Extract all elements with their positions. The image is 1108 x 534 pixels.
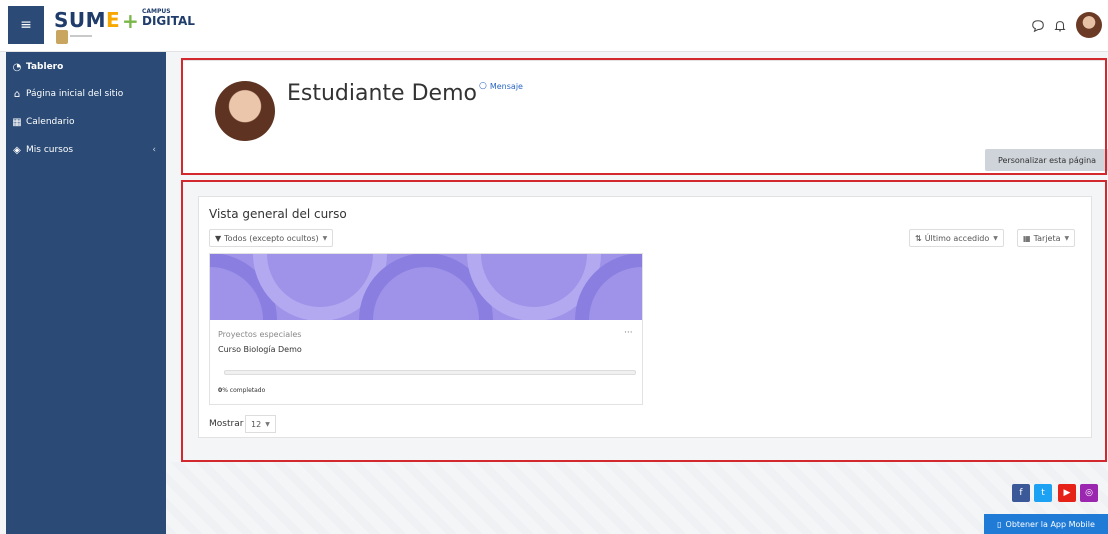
- sidebar-item-label: Calendario: [26, 117, 75, 127]
- sidebar-item-mis-cursos[interactable]: ◈ Mis cursos ‹: [6, 137, 166, 163]
- graduation-cap-icon: ◈: [13, 144, 21, 156]
- twitter-icon[interactable]: t: [1034, 484, 1052, 502]
- user-avatar[interactable]: [1076, 12, 1102, 38]
- main-content: Estudiante Demo ○ Mensaje Personalizar e…: [166, 52, 1108, 534]
- highlight-box-profile: [181, 58, 1107, 175]
- top-navbar: ≡ SUME + CAMPUS DIGITAL: [0, 0, 1108, 52]
- youtube-icon[interactable]: ▶: [1058, 484, 1076, 502]
- sidebar-item-tablero[interactable]: ◔ Tablero: [6, 54, 166, 80]
- get-mobile-app-button[interactable]: ▯ Obtener la App Mobile: [984, 514, 1108, 534]
- instagram-icon[interactable]: ◎: [1080, 484, 1098, 502]
- logo-seal-text: [70, 35, 92, 37]
- highlight-box-course-overview: [181, 180, 1107, 462]
- bell-icon[interactable]: [1052, 18, 1068, 34]
- message-icon[interactable]: [1030, 18, 1046, 34]
- sidebar-item-label: Tablero: [26, 62, 64, 72]
- sidebar: ◔ Tablero ⌂ Página inicial del sitio ▦ C…: [6, 52, 166, 534]
- logo-plus: +: [122, 9, 139, 33]
- home-icon: ⌂: [13, 88, 21, 100]
- sidebar-item-label: Página inicial del sitio: [26, 89, 124, 99]
- app-button-label: Obtener la App Mobile: [1005, 519, 1095, 529]
- dashboard-icon: ◔: [12, 61, 22, 73]
- site-logo[interactable]: SUME + CAMPUS DIGITAL: [54, 8, 195, 46]
- logo-sume: SUME: [54, 8, 121, 32]
- logo-digital: DIGITAL: [142, 14, 195, 28]
- background-pattern: [166, 462, 1108, 534]
- sidebar-item-label: Mis cursos: [26, 145, 74, 155]
- sidebar-item-home[interactable]: ⌂ Página inicial del sitio: [6, 81, 166, 107]
- mobile-phone-icon: ▯: [997, 519, 1002, 529]
- calendar-icon: ▦: [12, 116, 22, 128]
- logo-seal-icon: [56, 30, 68, 44]
- hamburger-icon[interactable]: ≡: [8, 6, 44, 44]
- facebook-icon[interactable]: f: [1012, 484, 1030, 502]
- chevron-left-icon[interactable]: ‹: [152, 145, 156, 155]
- sidebar-item-calendario[interactable]: ▦ Calendario: [6, 109, 166, 135]
